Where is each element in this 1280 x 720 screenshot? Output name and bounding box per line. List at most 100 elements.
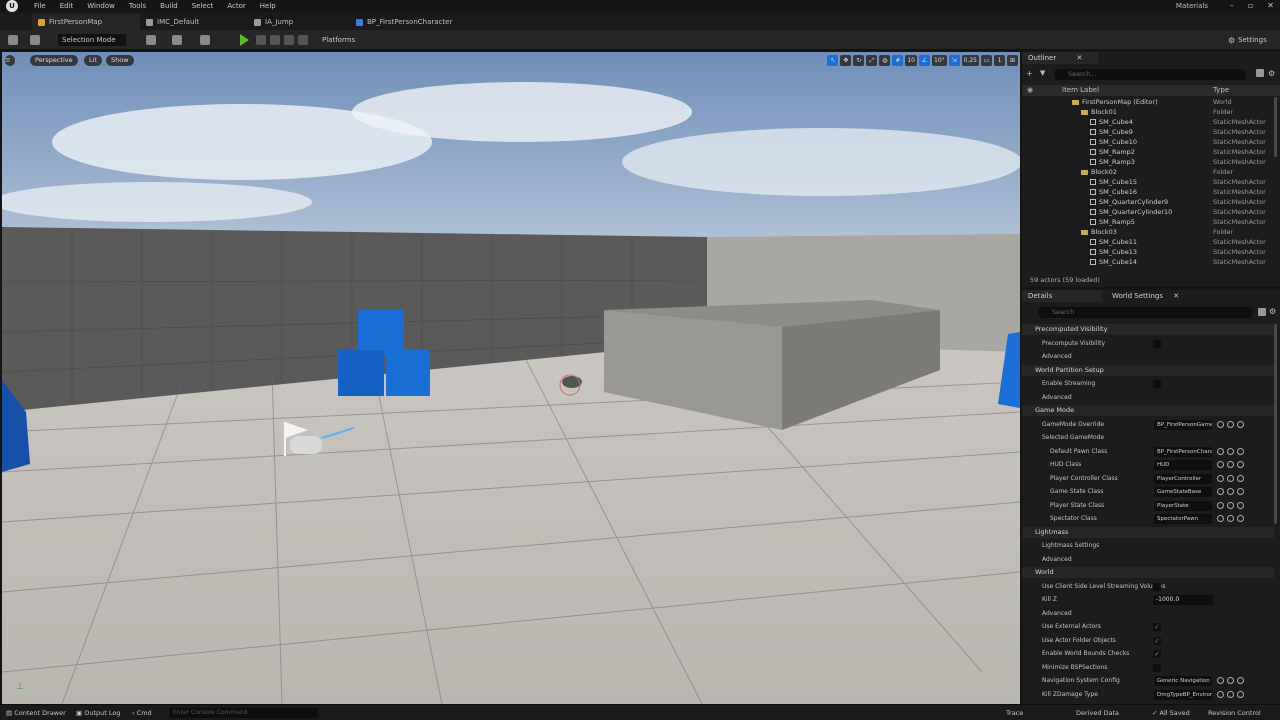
outliner-row[interactable]: SM_Ramp2 StaticMeshActor xyxy=(1022,147,1272,157)
property-checkbox[interactable] xyxy=(1153,582,1161,591)
property-dropdown[interactable]: SpectatorPawn xyxy=(1154,514,1212,524)
tab-world-settings[interactable]: World Settings ✕ xyxy=(1106,290,1210,302)
selection-mode-dropdown[interactable]: Selection Mode xyxy=(58,34,126,46)
content-drawer-button[interactable]: ▤ Content Drawer xyxy=(6,708,66,718)
lit-button[interactable]: Lit xyxy=(84,55,102,66)
menu-window[interactable]: Window xyxy=(87,0,115,12)
perspective-button[interactable]: Perspective xyxy=(30,55,78,66)
use-selected-icon[interactable] xyxy=(1227,420,1234,428)
use-selected-icon[interactable] xyxy=(1227,461,1234,468)
tab-details[interactable]: Details xyxy=(1022,290,1102,302)
add-filter-icon[interactable]: + xyxy=(1026,69,1033,78)
clear-icon[interactable] xyxy=(1237,488,1244,495)
details-section-header[interactable]: Lightmass xyxy=(1022,526,1274,538)
outliner-row[interactable]: SM_Cube10 StaticMeshActor xyxy=(1022,137,1272,147)
tab-ia-jump[interactable]: IA_Jump xyxy=(248,14,344,30)
save-status[interactable]: ✓ All Saved xyxy=(1152,708,1190,718)
browse-icon[interactable] xyxy=(1217,677,1224,684)
details-settings-icon[interactable]: ⚙ xyxy=(1269,307,1276,316)
property-number-input[interactable]: -1000.0 xyxy=(1153,595,1213,605)
menu-edit[interactable]: Edit xyxy=(60,0,74,12)
content-browser-icon[interactable] xyxy=(30,35,40,45)
outliner-row[interactable]: SM_Cube14 StaticMeshActor xyxy=(1022,257,1272,267)
step-icon[interactable] xyxy=(256,35,266,45)
outliner-row[interactable]: Block03 Folder xyxy=(1022,227,1272,237)
tab-bp-firstpersoncharacter[interactable]: BP_FirstPersonCharacter xyxy=(350,14,500,30)
clear-icon[interactable] xyxy=(1237,501,1244,509)
browse-icon[interactable] xyxy=(1217,447,1224,455)
clear-icon[interactable] xyxy=(1237,677,1244,684)
property-dropdown[interactable]: BP_FirstPersonCharacter xyxy=(1154,446,1212,457)
details-subcategory[interactable]: Selected GameMode xyxy=(1022,432,1274,444)
outliner-row[interactable]: SM_Cube13 StaticMeshActor xyxy=(1022,247,1272,257)
cinematics-icon[interactable] xyxy=(200,35,210,45)
outliner-scrollbar[interactable] xyxy=(1274,97,1277,157)
clear-icon[interactable] xyxy=(1237,474,1244,482)
clear-icon[interactable] xyxy=(1237,690,1244,698)
menu-file[interactable]: File xyxy=(34,0,46,12)
outliner-row[interactable]: SM_Cube4 StaticMeshActor xyxy=(1022,117,1272,127)
outliner-row[interactable]: Block02 Folder xyxy=(1022,167,1272,177)
eject-icon[interactable] xyxy=(284,35,294,45)
menu-actor[interactable]: Actor xyxy=(227,0,245,12)
use-selected-icon[interactable] xyxy=(1227,515,1234,522)
clear-icon[interactable] xyxy=(1237,461,1244,468)
use-selected-icon[interactable] xyxy=(1227,501,1234,509)
outliner-row[interactable]: SM_QuarterCylinder9 StaticMeshActor xyxy=(1022,197,1272,207)
menu-build[interactable]: Build xyxy=(160,0,178,12)
rotation-snap-value[interactable]: 10° xyxy=(932,55,947,66)
level-viewport[interactable]: ≡ Perspective Lit Show ↖ ✥ ↻ ⤢ ◍ # 10 ∠ … xyxy=(2,52,1020,704)
settings-gear-icon[interactable]: ⚙ xyxy=(1268,69,1275,78)
close-icon[interactable]: ✕ xyxy=(1267,0,1274,12)
visibility-eye-icon[interactable]: ◉ xyxy=(1027,85,1033,96)
property-checkbox[interactable]: ✓ xyxy=(1153,636,1161,645)
rotation-snap-toggle[interactable]: ∠ xyxy=(919,55,930,66)
outliner-row[interactable]: SM_Cube15 StaticMeshActor xyxy=(1022,177,1272,187)
property-dropdown[interactable]: PlayerController xyxy=(1154,473,1212,484)
details-subcategory[interactable]: Advanced xyxy=(1022,608,1274,620)
console-command-input[interactable]: Enter Console Command xyxy=(170,708,318,718)
property-checkbox[interactable]: ✓ xyxy=(1153,650,1161,658)
property-dropdown[interactable]: DmgTypeBP_Environmental xyxy=(1154,689,1212,700)
maximize-viewport-icon[interactable]: ⊞ xyxy=(1007,55,1018,66)
scale-snap-value[interactable]: 0.25 xyxy=(961,55,979,66)
outliner-row[interactable]: SM_Cube16 StaticMeshActor xyxy=(1022,187,1272,197)
browse-icon[interactable] xyxy=(1217,488,1224,495)
menu-tools[interactable]: Tools xyxy=(129,0,146,12)
outliner-row[interactable]: SM_Ramp3 StaticMeshActor xyxy=(1022,157,1272,167)
outliner-search-input[interactable]: Search... xyxy=(1054,69,1246,80)
output-log-button[interactable]: ▣ Output Log xyxy=(76,708,120,718)
property-dropdown[interactable]: PlayerState xyxy=(1154,500,1212,511)
menu-select[interactable]: Select xyxy=(192,0,214,12)
show-button[interactable]: Show xyxy=(106,55,134,66)
scale-icon[interactable]: ⤢ xyxy=(866,55,878,66)
details-subcategory[interactable]: Advanced xyxy=(1022,392,1274,404)
col-item-label[interactable]: Item Label xyxy=(1062,85,1099,96)
property-checkbox[interactable] xyxy=(1153,663,1161,672)
details-section-header[interactable]: Precomputed Visibility xyxy=(1022,324,1274,335)
browse-icon[interactable] xyxy=(1217,515,1224,522)
details-section-header[interactable]: World xyxy=(1022,567,1274,578)
property-matrix-icon[interactable] xyxy=(1258,308,1266,316)
blueprint-menu-icon[interactable] xyxy=(172,35,182,45)
clear-icon[interactable] xyxy=(1237,515,1244,522)
camera-speed-value[interactable]: 1 xyxy=(994,55,1005,66)
outliner-row[interactable]: SM_Cube11 StaticMeshActor xyxy=(1022,237,1272,247)
add-actor-icon[interactable] xyxy=(146,35,156,45)
browse-icon[interactable] xyxy=(1217,474,1224,482)
play-button[interactable] xyxy=(240,34,249,46)
grid-snap-toggle[interactable]: # xyxy=(892,55,904,66)
outliner-row[interactable]: Block01 Folder xyxy=(1022,107,1272,117)
derived-data-button[interactable]: Derived Data xyxy=(1076,708,1119,718)
maximize-icon[interactable]: ▫ xyxy=(1248,0,1253,12)
property-dropdown[interactable]: GameStateBase xyxy=(1154,487,1212,497)
details-search-input[interactable]: Search xyxy=(1038,307,1252,318)
browse-icon[interactable] xyxy=(1217,690,1224,698)
property-checkbox[interactable]: ✓ xyxy=(1153,623,1161,631)
details-scrollbar[interactable] xyxy=(1274,324,1277,524)
unreal-logo-icon[interactable]: U xyxy=(6,0,18,12)
use-selected-icon[interactable] xyxy=(1227,474,1234,482)
platforms-button[interactable]: Platforms xyxy=(322,34,355,46)
scale-snap-toggle[interactable]: ⇲ xyxy=(948,55,960,66)
tab-imc-default[interactable]: IMC_Default xyxy=(140,14,240,30)
